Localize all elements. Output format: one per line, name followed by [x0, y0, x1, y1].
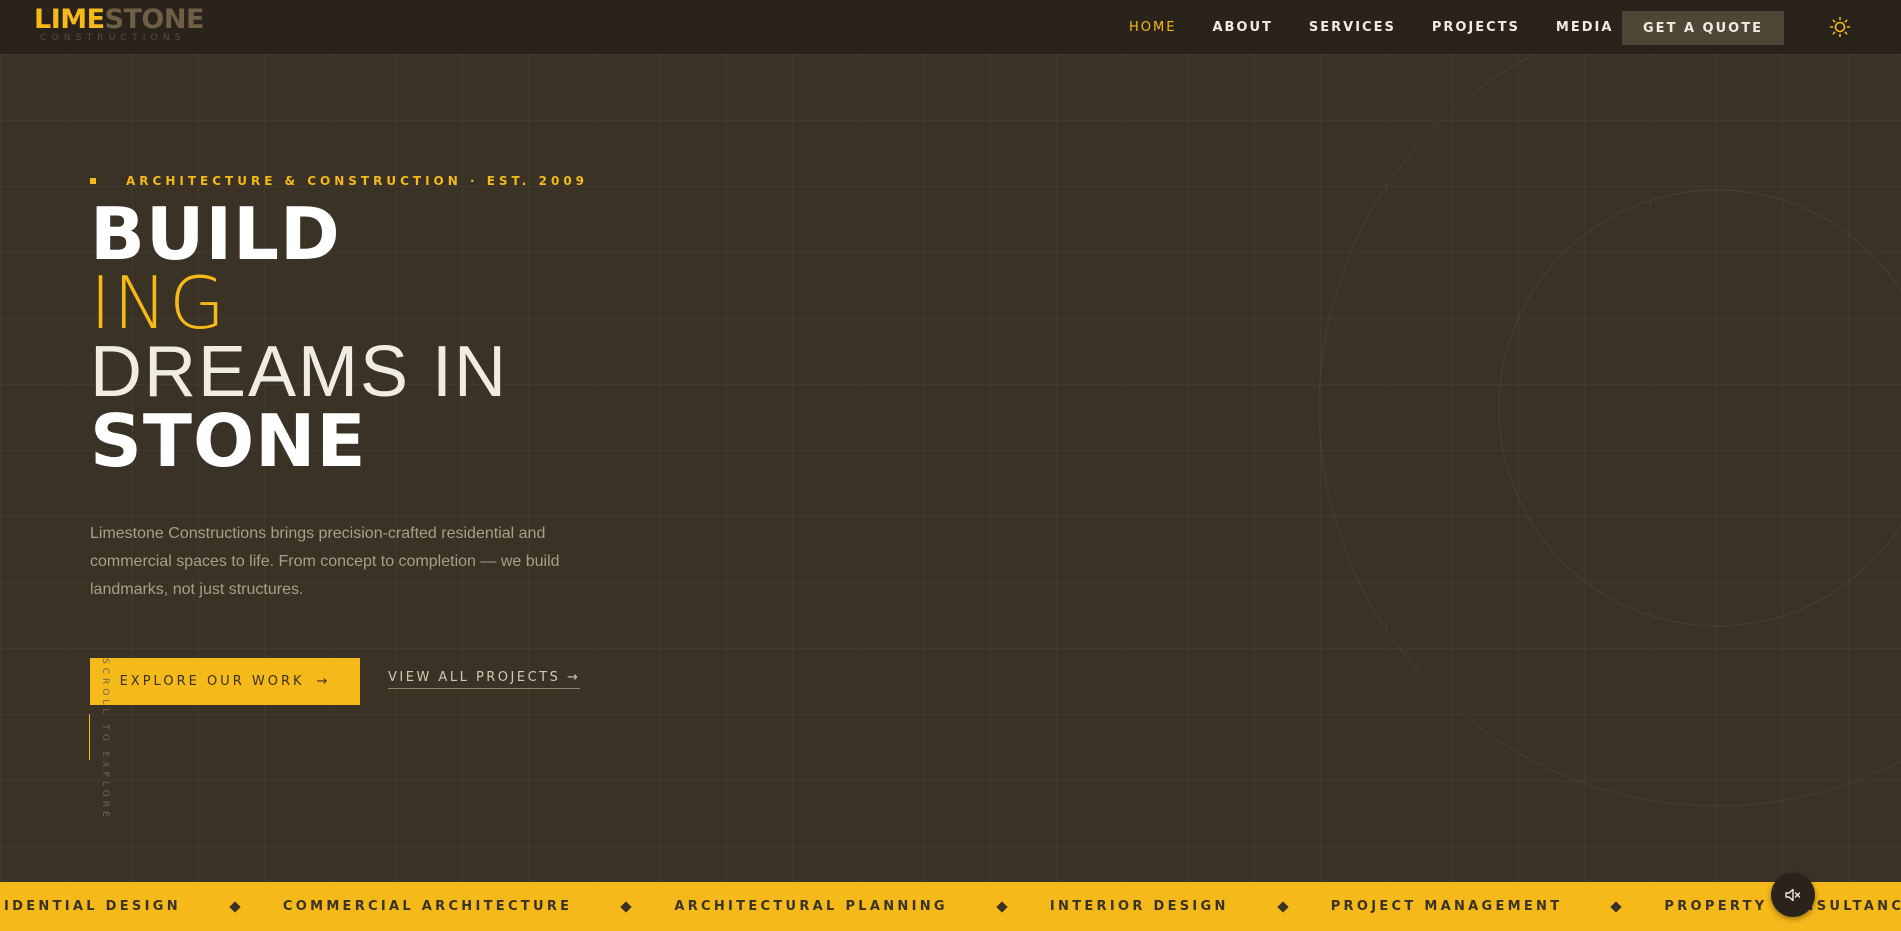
marquee-item: COMMERCIAL ARCHITECTURE	[282, 899, 573, 914]
nav-item-services[interactable]: SERVICES	[1309, 20, 1396, 35]
marquee-track: IDENTIAL DESIGN COMMERCIAL ARCHITECTURE …	[0, 882, 1901, 931]
top-navbar: LIMESTONE CONSTRUCTIONS HOME ABOUT SERVI…	[0, 0, 1901, 54]
diamond-separator-icon	[1277, 900, 1289, 913]
main-navigation: HOME ABOUT SERVICES PROJECTS MEDIA	[1129, 0, 1649, 54]
headline-line-ing: ING	[90, 261, 227, 345]
logo-text-stone: STONE	[104, 4, 205, 35]
sun-icon[interactable]	[1829, 16, 1851, 38]
diamond-separator-icon	[620, 900, 632, 913]
nav-item-projects[interactable]: PROJECTS	[1432, 20, 1520, 35]
hero-headline: BUILD ING DREAMS IN STONE	[90, 192, 509, 483]
nav-item-media[interactable]: MEDIA	[1556, 20, 1614, 35]
logo-text-lime: LIME	[34, 4, 105, 35]
services-marquee: IDENTIAL DESIGN COMMERCIAL ARCHITECTURE …	[0, 882, 1901, 931]
marquee-item: IDENTIAL DESIGN	[4, 899, 181, 914]
explore-our-work-button[interactable]: EXPLORE OUR WORK →	[90, 658, 360, 705]
headline-line-build: BUILD	[90, 192, 341, 276]
diamond-separator-icon	[996, 900, 1008, 913]
eyebrow-text: ARCHITECTURE & CONSTRUCTION · EST. 2009	[126, 174, 589, 188]
marquee-item: INTERIOR DESIGN	[1049, 899, 1229, 914]
scroll-indicator-line	[89, 714, 90, 760]
explore-button-label: EXPLORE OUR WORK	[119, 674, 305, 689]
nav-item-about[interactable]: ABOUT	[1212, 20, 1272, 35]
logo-subtitle: CONSTRUCTIONS	[40, 33, 186, 43]
brand-logo[interactable]: LIMESTONE CONSTRUCTIONS	[34, 6, 204, 43]
hero-description: Limestone Constructions brings precision…	[90, 525, 560, 598]
arrow-right-icon: →	[316, 674, 331, 689]
headline-line-dreams-in: DREAMS IN	[90, 332, 509, 412]
view-all-projects-link[interactable]: VIEW ALL PROJECTS →	[388, 670, 581, 689]
headline-line-stone: STONE	[90, 399, 367, 483]
eyebrow-square-icon	[90, 178, 96, 184]
get-a-quote-button[interactable]: GET A QUOTE	[1622, 11, 1784, 45]
muted-speaker-icon[interactable]	[1771, 873, 1815, 917]
nav-item-home[interactable]: HOME	[1129, 20, 1176, 35]
marquee-item: ARCHITECTURAL PLANNING	[674, 899, 948, 914]
marquee-item: PROJECT MANAGEMENT	[1330, 899, 1563, 914]
diamond-separator-icon	[1610, 900, 1623, 913]
diamond-separator-icon	[229, 900, 241, 913]
hero-eyebrow: ARCHITECTURE & CONSTRUCTION · EST. 2009	[90, 174, 588, 188]
scroll-hint: SCROLL TO EXPLORE	[100, 658, 110, 821]
